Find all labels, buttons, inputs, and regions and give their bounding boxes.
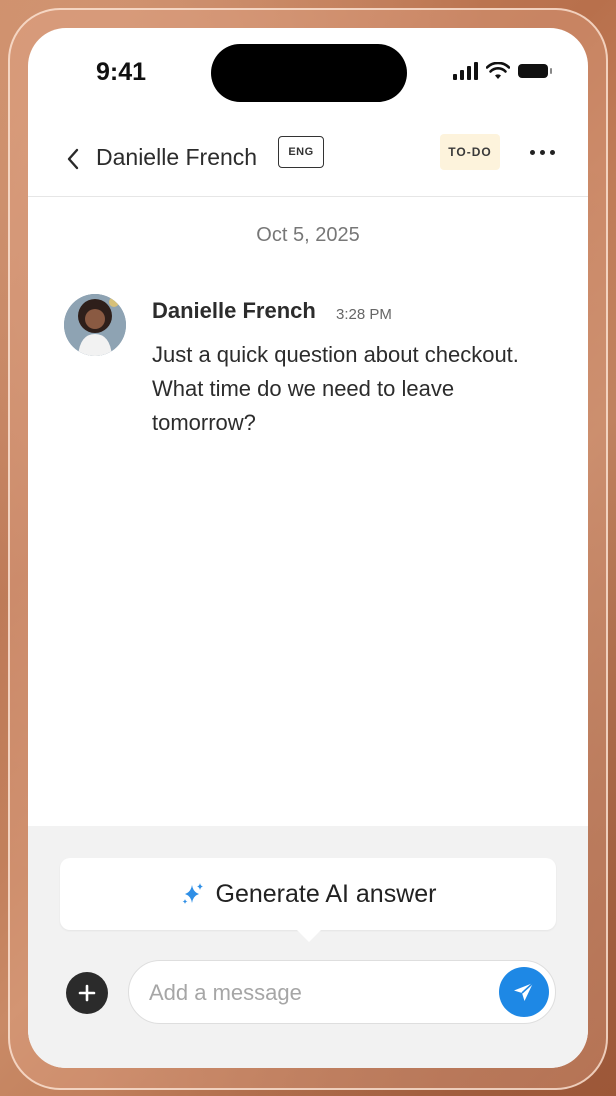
message-sender: Danielle French <box>152 298 316 323</box>
dynamic-island <box>211 44 407 102</box>
cellular-signal-icon <box>453 62 478 80</box>
date-separator: Oct 5, 2025 <box>256 224 360 246</box>
language-badge[interactable]: ENG <box>278 136 324 168</box>
conversation-header: Danielle French ENG TO-DO <box>28 124 588 197</box>
generate-ai-answer-button[interactable]: Generate AI answer <box>60 858 556 942</box>
todo-status-badge[interactable]: TO-DO <box>440 134 500 170</box>
generate-ai-answer-label: Generate AI answer <box>215 879 437 908</box>
status-bar-time: 9:41 <box>96 58 147 86</box>
avatar[interactable] <box>64 294 126 356</box>
message-input-container <box>128 960 556 1024</box>
battery-icon <box>518 64 552 78</box>
plus-icon[interactable] <box>66 972 108 1014</box>
wifi-icon <box>486 62 510 79</box>
more-horizontal-icon[interactable] <box>526 140 558 164</box>
contact-name[interactable]: Danielle French <box>96 144 257 171</box>
message-timestamp: 3:28 PM <box>336 306 392 323</box>
message-text: Just a quick question about checkout. Wh… <box>152 342 519 435</box>
chevron-left-icon[interactable] <box>62 144 84 174</box>
composer-area: Generate AI answer <box>28 826 588 1068</box>
message-input[interactable] <box>147 971 481 1015</box>
status-icons <box>453 62 552 80</box>
send-icon[interactable] <box>499 967 549 1017</box>
phone-screen: 9:41 Danielle French ENG TO-DO Oct 5, 20… <box>28 28 588 1068</box>
sparkle-icon <box>180 881 206 907</box>
